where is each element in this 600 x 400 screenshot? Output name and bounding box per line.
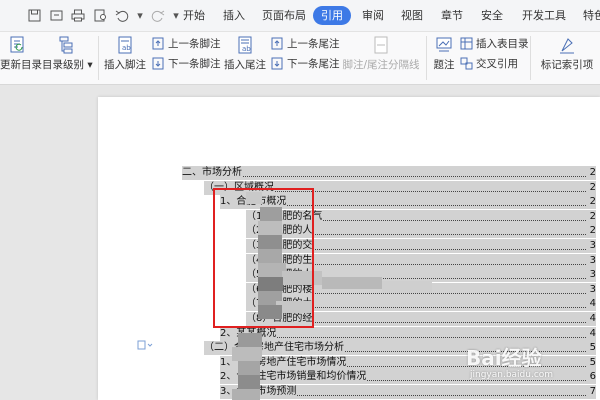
toc-page-number: 6 bbox=[589, 371, 596, 382]
update-toc-button[interactable]: 更新目录 bbox=[0, 35, 42, 72]
toc-page-number: 2 bbox=[589, 182, 596, 193]
tab-home[interactable]: 开始 bbox=[183, 6, 205, 25]
mosaic-blur bbox=[382, 281, 432, 293]
footnote-separator-icon bbox=[374, 36, 388, 54]
mark-index-button[interactable]: 标记索引项 bbox=[538, 35, 596, 72]
caption-button[interactable]: 题注 bbox=[430, 35, 458, 72]
mosaic-blur bbox=[322, 277, 382, 289]
ribbon-toolbar: 更新目录 目录级别 ▾ ab 插入脚注 上一条脚注 下一条脚注 ab 插入尾注 … bbox=[0, 32, 600, 85]
save-icon[interactable] bbox=[26, 8, 42, 24]
update-toc-icon bbox=[10, 36, 24, 53]
prev-footnote-icon bbox=[152, 37, 164, 50]
toc-page-number: 2 bbox=[589, 196, 596, 207]
toc-page-number: 2 bbox=[589, 167, 596, 178]
table-of-figures-icon bbox=[460, 37, 473, 50]
toc-page-number: 7 bbox=[589, 386, 596, 397]
quick-access-toolbar: ▾ ▾ bbox=[26, 0, 186, 31]
watermark-logo: Bai经验 bbox=[466, 346, 542, 370]
toc-page-number: 4 bbox=[589, 298, 596, 309]
customize-toolbar-icon[interactable]: ▾ bbox=[172, 8, 180, 24]
dropdown-arrow-icon: ▾ bbox=[84, 59, 93, 71]
toc-page-number: 5 bbox=[589, 342, 596, 353]
insert-table-of-figures-button[interactable]: 插入表目录 bbox=[460, 36, 529, 51]
toc-page-number: 3 bbox=[589, 240, 596, 251]
svg-text:ab: ab bbox=[242, 45, 251, 53]
toc-page-number: 4 bbox=[589, 328, 596, 339]
tab-special[interactable]: 特色 bbox=[583, 6, 600, 25]
mark-index-icon bbox=[560, 38, 574, 54]
mosaic-blur bbox=[232, 347, 262, 361]
undo-icon[interactable] bbox=[114, 8, 130, 24]
toc-page-number: 3 bbox=[589, 269, 596, 280]
insert-endnote-icon: ab bbox=[238, 36, 252, 54]
document-canvas[interactable]: 二、市场分析2（一）区域概况21、合肥市概况2（1）合肥的名气2（2）合肥的人2… bbox=[0, 85, 600, 400]
tab-references[interactable]: 引用 bbox=[313, 6, 351, 25]
next-endnote-button[interactable]: 下一条尾注 bbox=[271, 56, 340, 71]
print-icon[interactable] bbox=[70, 8, 86, 24]
toc-entry[interactable]: 3、合肥市场预测7 bbox=[220, 385, 596, 399]
prev-endnote-button[interactable]: 上一条尾注 bbox=[271, 36, 340, 51]
tab-chapter[interactable]: 章节 bbox=[441, 6, 463, 25]
toc-entry[interactable]: 2、某某概况4 bbox=[220, 327, 596, 341]
ribbon-divider bbox=[530, 36, 531, 80]
ribbon-divider bbox=[426, 36, 427, 80]
tab-insert[interactable]: 插入 bbox=[223, 6, 245, 25]
tab-security[interactable]: 安全 bbox=[481, 6, 503, 25]
redo-icon[interactable] bbox=[150, 8, 166, 24]
toc-page-number: 3 bbox=[589, 284, 596, 295]
toc-page-number: 2 bbox=[589, 211, 596, 222]
mosaic-blur bbox=[238, 361, 260, 375]
prev-footnote-button[interactable]: 上一条脚注 bbox=[152, 36, 221, 51]
toc-page-number: 5 bbox=[589, 357, 596, 368]
print-preview-icon[interactable] bbox=[92, 8, 108, 24]
caption-icon bbox=[436, 37, 452, 52]
footnote-separator-button[interactable]: 脚注/尾注分隔线 bbox=[342, 35, 420, 72]
cross-reference-button[interactable]: 交叉引用 bbox=[460, 56, 518, 71]
toc-page-number: 2 bbox=[589, 225, 596, 236]
insert-footnote-icon: ab bbox=[118, 36, 132, 54]
tab-developer-tools[interactable]: 开发工具 bbox=[522, 6, 566, 25]
mosaic-blur bbox=[232, 389, 260, 400]
menu-bar: ▾ ▾ 开始 插入 页面布局 引用 审阅 视图 章节 安全 开发工具 特色 bbox=[0, 0, 600, 32]
tab-page-layout[interactable]: 页面布局 bbox=[262, 6, 306, 25]
toc-level-button[interactable]: 目录级别 ▾ bbox=[42, 35, 93, 72]
toc-page-number: 4 bbox=[589, 313, 596, 324]
tab-view[interactable]: 视图 bbox=[401, 6, 423, 25]
mosaic-blur bbox=[238, 375, 260, 389]
toc-entry[interactable]: 二、市场分析 2 bbox=[182, 166, 596, 180]
paragraph-options-icon[interactable] bbox=[137, 340, 153, 353]
watermark-url: jingyan.baidu.com bbox=[470, 370, 554, 380]
toc-entry-text: 二、市场分析 bbox=[182, 166, 243, 180]
toc-entry-text: （二）合肥房地产住宅市场分析 bbox=[204, 341, 345, 355]
insert-footnote-button[interactable]: ab 插入脚注 bbox=[104, 35, 146, 72]
ribbon-divider bbox=[98, 36, 99, 80]
toc-level-icon bbox=[59, 36, 73, 54]
toc-page-number: 3 bbox=[589, 255, 596, 266]
mosaic-blur bbox=[238, 333, 262, 347]
insert-endnote-button[interactable]: ab 插入尾注 bbox=[224, 35, 266, 72]
prev-endnote-icon bbox=[271, 37, 283, 50]
svg-text:ab: ab bbox=[122, 44, 131, 52]
export-icon[interactable] bbox=[48, 8, 64, 24]
cross-reference-icon bbox=[460, 57, 473, 70]
next-endnote-icon bbox=[271, 57, 283, 70]
highlight-annotation-box bbox=[213, 188, 314, 328]
tab-review[interactable]: 审阅 bbox=[362, 6, 384, 25]
undo-dropdown-icon[interactable]: ▾ bbox=[136, 8, 144, 24]
next-footnote-icon bbox=[152, 57, 164, 70]
next-footnote-button[interactable]: 下一条脚注 bbox=[152, 56, 221, 71]
